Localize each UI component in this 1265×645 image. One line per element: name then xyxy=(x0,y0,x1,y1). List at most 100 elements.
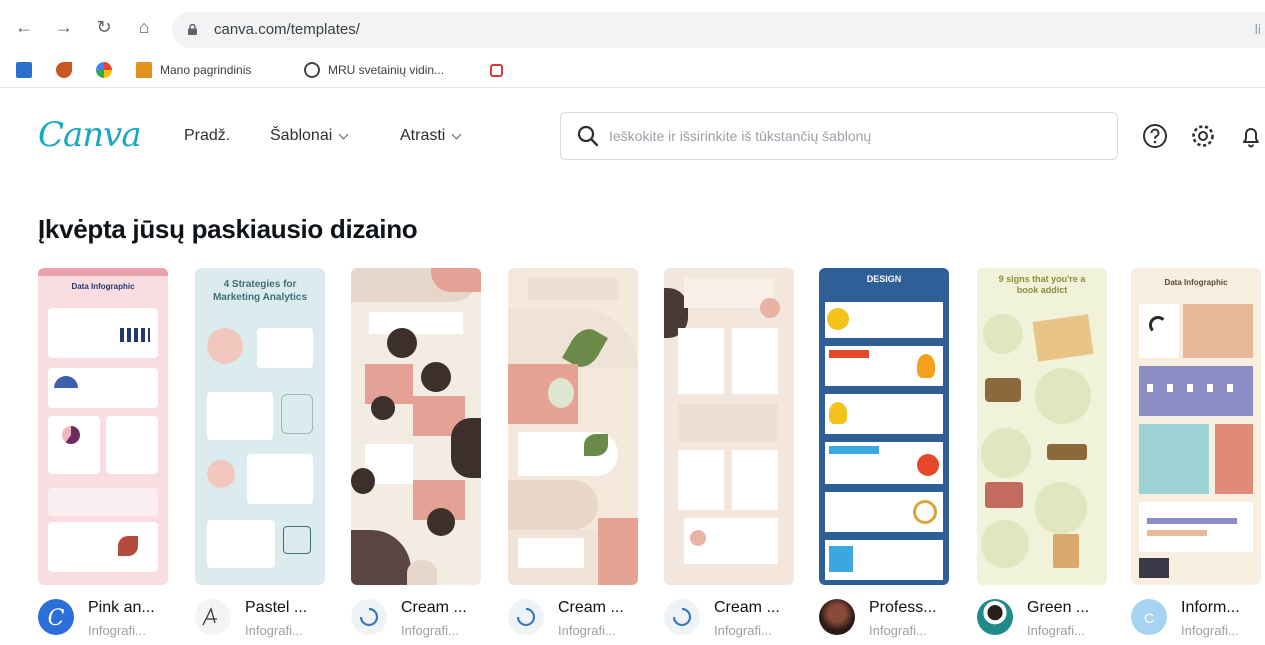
template-meta: Pastel ... Infografi... xyxy=(195,595,335,645)
template-thumbnail[interactable]: 4 Strategies for Marketing Analytics xyxy=(195,268,325,585)
bookmark-label: MRU svetainių vidin... xyxy=(328,63,445,77)
template-type: Infografi... xyxy=(714,623,772,638)
template-thumbnail[interactable]: Data Infographic xyxy=(38,268,168,585)
template-type: Infografi... xyxy=(1027,623,1085,638)
bird-icon xyxy=(56,62,72,78)
template-meta: Cream ... Infografi... xyxy=(508,595,648,645)
chevron-down-icon xyxy=(338,129,349,139)
template-meta: Green ... Infografi... xyxy=(977,595,1117,645)
nav-discover[interactable]: Atrasti xyxy=(400,127,462,145)
template-card[interactable]: Cream ... Infografi... xyxy=(351,268,481,638)
template-meta: Profess... Infografi... xyxy=(819,595,959,645)
canva-logo[interactable]: Canva xyxy=(38,115,142,155)
url-text: canva.com/templates/ xyxy=(214,21,360,38)
canva-c-icon: C xyxy=(48,606,65,631)
template-card[interactable]: 4 Strategies for Marketing Analytics Pas… xyxy=(195,268,325,638)
home-icon xyxy=(136,62,152,78)
nav-home[interactable]: Pradž. xyxy=(184,127,230,145)
nav-templates[interactable]: Šablonai xyxy=(270,127,349,145)
nav-discover-label: Atrasti xyxy=(400,127,446,144)
template-meta: Cream ... Infografi... xyxy=(351,595,491,645)
swirl-logo-icon xyxy=(359,607,379,627)
template-type: Infografi... xyxy=(401,623,459,638)
bookmark-app-1[interactable] xyxy=(16,60,40,80)
template-thumbnail[interactable]: 9 signs that you're a book addict xyxy=(977,268,1107,585)
template-title[interactable]: Green ... xyxy=(1027,599,1089,617)
thumbnail-text: 9 signs that you're a book addict xyxy=(998,274,1086,295)
template-type: Infografi... xyxy=(245,623,303,638)
avatar xyxy=(195,599,231,635)
bookmark-home[interactable]: Mano pagrindinis xyxy=(136,60,251,80)
avatar xyxy=(977,599,1013,635)
globe-icon xyxy=(304,62,320,78)
template-title[interactable]: Cream ... xyxy=(401,599,467,617)
bookmark-mru[interactable]: MRU svetainių vidin... xyxy=(304,60,444,80)
avatar: C xyxy=(38,599,74,635)
url-trailing-text: li xyxy=(1254,21,1261,37)
template-thumbnail[interactable] xyxy=(508,268,638,585)
bookmark-app-2[interactable] xyxy=(56,60,80,80)
home-icon[interactable]: ⌂ xyxy=(134,17,154,37)
back-icon[interactable]: ← xyxy=(14,17,34,37)
template-card[interactable]: 9 signs that you're a book addict Green … xyxy=(977,268,1107,638)
thumbnail-text: Data Infographic xyxy=(71,282,135,291)
reload-icon[interactable]: ↻ xyxy=(94,17,114,37)
template-type: Infografi... xyxy=(558,623,616,638)
template-type: Infografi... xyxy=(1181,623,1239,638)
help-icon[interactable] xyxy=(1142,123,1168,149)
app-icon xyxy=(16,62,32,78)
search-box[interactable] xyxy=(560,112,1118,160)
address-bar[interactable]: canva.com/templates/ li xyxy=(172,12,1265,48)
avatar xyxy=(819,599,855,635)
avatar xyxy=(351,599,387,635)
nav-templates-label: Šablonai xyxy=(270,127,333,144)
template-title[interactable]: Pastel ... xyxy=(245,599,307,617)
square-icon xyxy=(490,63,503,77)
nav-home-label: Pradž. xyxy=(184,127,231,144)
svg-text:C: C xyxy=(1144,610,1154,626)
bookmark-app-3[interactable] xyxy=(96,60,120,80)
pinwheel-icon xyxy=(96,62,112,78)
template-meta: Cream ... Infografi... xyxy=(664,595,804,645)
avatar xyxy=(664,599,700,635)
search-input[interactable] xyxy=(609,113,1109,159)
canva-header: Canva Pradž. Šablonai Atrasti xyxy=(0,95,1265,181)
avatar xyxy=(508,599,544,635)
bell-icon[interactable] xyxy=(1238,123,1264,149)
template-meta: C Pink an... Infografi... xyxy=(38,595,178,645)
template-card[interactable]: Data Infographic C Inform... Infografi..… xyxy=(1131,268,1261,638)
template-thumbnail[interactable] xyxy=(351,268,481,585)
swirl-logo-icon xyxy=(672,607,692,627)
bookmarks-bar: Mano pagrindinis MRU svetainių vidin... xyxy=(0,52,1265,88)
thumbnail-text: 4 Strategies for Marketing Analytics xyxy=(212,279,308,303)
svg-text:C: C xyxy=(48,606,65,631)
forward-icon[interactable]: → xyxy=(54,17,74,37)
template-thumbnail[interactable]: Data Infographic xyxy=(1131,268,1261,585)
template-card[interactable]: Data Infographic C Pink an... Infografi.… xyxy=(38,268,168,638)
template-meta: C Inform... Infografi... xyxy=(1131,595,1265,645)
template-thumbnail[interactable]: DESIGN xyxy=(819,268,949,585)
lock-icon xyxy=(188,24,197,35)
template-title[interactable]: Pink an... xyxy=(88,599,155,617)
template-card[interactable]: Cream ... Infografi... xyxy=(508,268,638,638)
template-title[interactable]: Inform... xyxy=(1181,599,1240,617)
template-type: Infografi... xyxy=(88,623,146,638)
brand-logo-icon: C xyxy=(1144,610,1154,626)
thumbnail-text: Data Infographic xyxy=(1164,278,1228,287)
bookmark-label: Mano pagrindinis xyxy=(160,63,252,77)
bookmark-app-4[interactable] xyxy=(490,60,511,80)
template-thumbnail[interactable] xyxy=(664,268,794,585)
search-icon xyxy=(577,125,599,147)
avatar: C xyxy=(1131,599,1167,635)
template-carousel: Data Infographic C Pink an... Infografi.… xyxy=(38,268,1265,645)
template-card[interactable]: Cream ... Infografi... xyxy=(664,268,794,638)
template-card[interactable]: DESIGN Profess... Infografi... xyxy=(819,268,949,638)
template-title[interactable]: Cream ... xyxy=(558,599,624,617)
template-title[interactable]: Cream ... xyxy=(714,599,780,617)
browser-toolbar: ← → ↻ ⌂ canva.com/templates/ li xyxy=(0,0,1265,52)
gear-icon[interactable] xyxy=(1190,123,1216,149)
template-title[interactable]: Profess... xyxy=(869,599,937,617)
section-title: Įkvėpta jūsų paskiausio dizaino xyxy=(38,214,418,244)
thumbnail-text: DESIGN xyxy=(866,274,902,284)
signature-logo-icon xyxy=(202,607,217,626)
